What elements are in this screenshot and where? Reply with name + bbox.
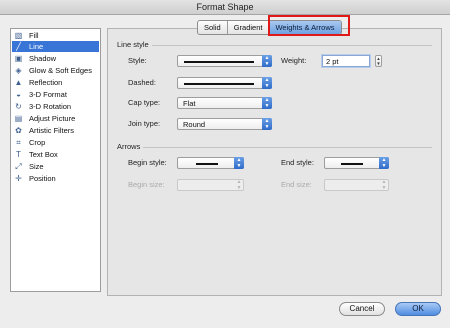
3d-rotation-icon: ↻ <box>15 102 22 111</box>
sidebar-item-adjust-picture[interactable]: ▤ Adjust Picture <box>12 113 99 124</box>
sidebar-item-position[interactable]: ✛ Position <box>12 173 99 184</box>
style-label: Style: <box>128 56 147 65</box>
weight-label: Weight: <box>281 56 307 65</box>
end-size-label: End size: <box>281 180 312 189</box>
sidebar-item-size[interactable]: ⤢ Size <box>12 161 99 172</box>
line-icon: ╱ <box>16 42 21 51</box>
sidebar-item-artistic-filters[interactable]: ✿ Artistic Filters <box>12 125 99 136</box>
cap-type-value: Flat <box>183 99 196 108</box>
sidebar-item-label: Line <box>29 42 44 51</box>
3d-format-icon: ◒ <box>16 90 21 99</box>
text-box-icon: T <box>16 150 21 159</box>
dash-style-preview <box>184 83 254 85</box>
sidebar-item-label: Fill <box>29 31 39 40</box>
line-style-section-label: Line style <box>117 40 149 49</box>
sidebar-item-label: Reflection <box>29 78 63 87</box>
cap-type-label: Cap type: <box>128 98 161 107</box>
category-sidebar: ▧ Fill ╱ Line ▣ Shadow ◈ Glow & Soft Edg… <box>10 28 101 292</box>
chevron-updown-icon: ▲ ▼ <box>236 179 242 191</box>
window-title: Format Shape <box>0 0 450 15</box>
reflection-icon: ▲ <box>14 78 23 87</box>
begin-style-label: Begin style: <box>128 158 167 167</box>
dashed-label: Dashed: <box>128 78 156 87</box>
artistic-filters-icon: ✿ <box>15 126 22 135</box>
style-dropdown[interactable]: ▲ ▼ <box>177 55 272 67</box>
end-style-label: End style: <box>281 158 314 167</box>
chevron-updown-icon: ▲ ▼ <box>234 157 244 169</box>
begin-arrow-preview <box>196 163 218 165</box>
chevron-updown-icon: ▲ ▼ <box>381 179 387 191</box>
begin-size-dropdown[interactable]: ▲ ▼ <box>177 179 244 191</box>
fill-icon: ▧ <box>14 31 23 40</box>
weight-value: 2 pt <box>326 57 339 66</box>
shadow-icon: ▣ <box>14 54 23 63</box>
sidebar-item-label: 3-D Format <box>29 90 67 99</box>
chevron-updown-icon: ▲ ▼ <box>262 55 272 67</box>
sidebar-item-label: Text Box <box>29 150 58 159</box>
tab-solid[interactable]: Solid <box>198 21 228 34</box>
end-size-dropdown[interactable]: ▲ ▼ <box>324 179 389 191</box>
sidebar-item-label: Adjust Picture <box>29 114 76 123</box>
ok-button[interactable]: OK <box>395 302 441 316</box>
format-shape-dialog: Format Shape ▧ Fill ╱ Line ▣ Shadow ◈ Gl… <box>0 0 450 328</box>
chevron-updown-icon: ▲ ▼ <box>262 118 272 130</box>
glow-icon: ◈ <box>15 66 22 75</box>
chevron-updown-icon: ▲ ▼ <box>262 97 272 109</box>
sidebar-item-3d-rotation[interactable]: ↻ 3-D Rotation <box>12 101 99 112</box>
join-type-value: Round <box>183 120 206 129</box>
begin-style-dropdown[interactable]: ▲ ▼ <box>177 157 244 169</box>
cancel-button[interactable]: Cancel <box>339 302 385 316</box>
sidebar-item-label: Size <box>29 162 44 171</box>
tab-gradient[interactable]: Gradient <box>228 21 270 34</box>
line-style-preview <box>184 61 254 63</box>
begin-size-label: Begin size: <box>128 180 165 189</box>
sidebar-item-crop[interactable]: ⌗ Crop <box>12 137 99 148</box>
section-divider <box>152 45 432 46</box>
weight-stepper[interactable]: ▲ ▼ <box>375 55 382 67</box>
section-divider <box>143 147 432 148</box>
cap-type-dropdown[interactable]: Flat ▲ ▼ <box>177 97 272 109</box>
sidebar-item-fill[interactable]: ▧ Fill <box>12 30 99 41</box>
sidebar-item-reflection[interactable]: ▲ Reflection <box>12 77 99 88</box>
sidebar-item-label: Crop <box>29 138 46 147</box>
sidebar-item-label: Artistic Filters <box>29 126 74 135</box>
sidebar-item-label: Shadow <box>29 54 57 63</box>
weight-field[interactable]: 2 pt <box>322 55 370 67</box>
sidebar-item-label: Glow & Soft Edges <box>29 66 92 75</box>
sidebar-item-glow[interactable]: ◈ Glow & Soft Edges <box>12 65 99 76</box>
sidebar-item-text-box[interactable]: T Text Box <box>12 149 99 160</box>
sidebar-item-label: Position <box>29 174 56 183</box>
join-type-label: Join type: <box>128 119 161 128</box>
size-icon: ⤢ <box>15 162 22 171</box>
end-style-dropdown[interactable]: ▲ ▼ <box>324 157 389 169</box>
join-type-dropdown[interactable]: Round ▲ ▼ <box>177 118 272 130</box>
sidebar-item-3d-format[interactable]: ◒ 3-D Format <box>12 89 99 100</box>
arrows-section-label: Arrows <box>117 142 141 151</box>
dashed-dropdown[interactable]: ▲ ▼ <box>177 77 272 89</box>
annotation-highlight-box <box>268 15 350 36</box>
adjust-picture-icon: ▤ <box>14 114 23 123</box>
sidebar-item-label: 3-D Rotation <box>29 102 72 111</box>
end-arrow-preview <box>341 163 363 165</box>
chevron-updown-icon: ▲ ▼ <box>262 77 272 89</box>
crop-icon: ⌗ <box>16 138 21 147</box>
sidebar-item-line[interactable]: ╱ Line <box>12 41 99 52</box>
sidebar-item-shadow[interactable]: ▣ Shadow <box>12 53 99 64</box>
chevron-updown-icon: ▲ ▼ <box>379 157 389 169</box>
position-icon: ✛ <box>15 174 22 183</box>
